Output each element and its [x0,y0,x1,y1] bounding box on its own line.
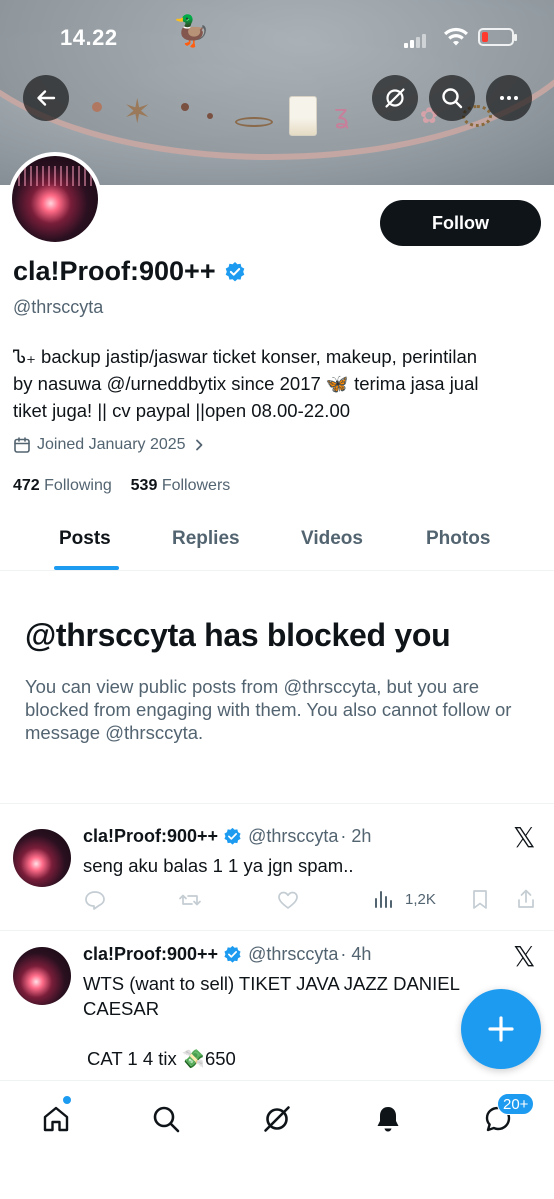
search-icon [442,88,463,109]
x-logo-icon: 𝕏 [513,821,536,854]
repost-icon [179,894,201,906]
banner-ring-decoration [235,117,273,127]
post-text-line: CAT 1 4 tix 💸650 [87,1048,236,1069]
post-actions: 1,2K [83,888,543,912]
tab-replies[interactable]: Replies [172,528,240,550]
post-time: · 2h [340,826,372,846]
following-link[interactable]: 472 Following [13,477,112,494]
follow-button[interactable]: Follow [380,200,541,246]
chevron-right-icon [195,439,202,451]
views-button[interactable]: 1,2K [373,888,436,910]
post-time: · 4h [340,944,372,964]
bookmark-button[interactable] [469,888,491,910]
bio-line: by nasuwa @/urneddbytix since 2017 🦋 ter… [13,373,479,394]
post-header: cla!Proof:900++ @thrsccyta · 4h [83,944,371,965]
post-author-name: cla!Proof:900++ [83,826,219,846]
wifi-icon [443,27,469,52]
repost-button[interactable] [178,888,202,912]
profile-tabs: Posts Replies Videos Photos [0,518,554,571]
post-text-line: CAESAR [83,998,160,1019]
bio-line: Ꮦ₊ backup jastip/jaswar ticket konser, m… [13,346,478,367]
joined-date[interactable]: Joined January 2025 [13,436,206,454]
home-icon [43,1106,69,1132]
post-avatar[interactable] [13,829,71,887]
following-label: Following [44,477,112,494]
post-text: WTS (want to sell) TIKET JAVA JAZZ DANIE… [83,971,503,1071]
search-button[interactable] [429,75,475,121]
grok-icon [385,88,405,108]
battery-icon [478,28,517,46]
post-author-handle: @thrsccyta [248,826,339,846]
reply-icon [85,891,105,910]
back-button[interactable] [23,75,69,121]
notifications-icon [377,1107,399,1132]
bottom-navigation: 20+ [0,1080,554,1199]
nav-search[interactable] [146,1099,186,1139]
divider [0,803,554,804]
home-notification-dot [62,1095,72,1105]
verified-badge-icon [224,827,241,845]
share-icon [518,889,534,908]
back-arrow-icon [37,90,56,106]
verified-badge-icon [225,261,244,281]
tab-posts[interactable]: Posts [59,528,111,550]
blocked-message: You can view public posts from @thrsccyt… [25,676,512,743]
banner-milk-glass-decoration [289,96,317,136]
tab-videos[interactable]: Videos [301,528,363,550]
plus-icon [488,1016,514,1042]
followers-link[interactable]: 539 Followers [131,477,231,494]
post-header: cla!Proof:900++ @thrsccyta · 2h [83,826,371,847]
profile-name-row: cla!Proof:900++ [13,256,246,287]
reply-button[interactable] [83,888,107,912]
following-count: 472 [13,477,40,494]
compose-post-button[interactable] [461,989,541,1069]
followers-label: Followers [161,477,231,494]
profile-bio: Ꮦ₊ backup jastip/jaswar ticket konser, m… [13,343,543,424]
banner-bead-decoration [92,102,102,112]
profile-name: cla!Proof:900++ [13,256,216,286]
status-bar: 14.22 [0,0,554,70]
x-logo-icon: 𝕏 [513,940,536,973]
post-text-line: WTS (want to sell) TIKET JAVA JAZZ DANIE… [83,973,460,994]
calendar-icon [14,437,30,453]
banner-bead-decoration-2 [181,103,189,111]
post-author-handle: @thrsccyta [248,944,339,964]
grok-icon [264,1106,290,1132]
messages-badge: 20+ [497,1093,535,1115]
like-button[interactable] [276,888,300,912]
nav-home[interactable] [36,1099,76,1139]
more-icon [500,96,518,100]
nav-notifications[interactable] [368,1099,408,1139]
cellular-signal-icon [404,30,428,48]
share-button[interactable] [515,888,537,910]
post-avatar[interactable] [13,947,71,1005]
post-author-name: cla!Proof:900++ [83,944,219,964]
bookmark-icon [473,890,487,909]
more-options-button[interactable] [486,75,532,121]
profile-handle: @thrsccyta [13,297,104,317]
divider [0,930,554,931]
verified-badge-icon [224,945,241,963]
nav-grok[interactable] [257,1099,297,1139]
banner-star-decoration: ✶ [123,92,152,132]
search-icon [153,1106,180,1133]
active-tab-indicator [54,566,119,570]
views-count: 1,2K [405,890,436,908]
banner-bead-decoration-3 [207,113,213,119]
profile-avatar[interactable] [12,156,98,242]
followers-count: 539 [130,477,158,494]
tab-photos[interactable]: Photos [426,528,490,550]
blocked-title: @thrsccyta has blocked you [25,617,451,653]
post-text: seng aku balas 1 1 ya jgn spam.. [83,855,354,876]
joined-text: Joined January 2025 [37,436,186,453]
banner-swirl-decoration: ʓ [334,100,350,130]
profile-stats: 472 Following 539 Followers [13,477,230,495]
like-icon [278,891,298,909]
grok-button[interactable] [372,75,418,121]
bio-line: tiket juga! || cv paypal ||open 08.00-22… [13,400,351,421]
views-icon [375,891,392,908]
status-time: 14.22 [60,25,118,50]
